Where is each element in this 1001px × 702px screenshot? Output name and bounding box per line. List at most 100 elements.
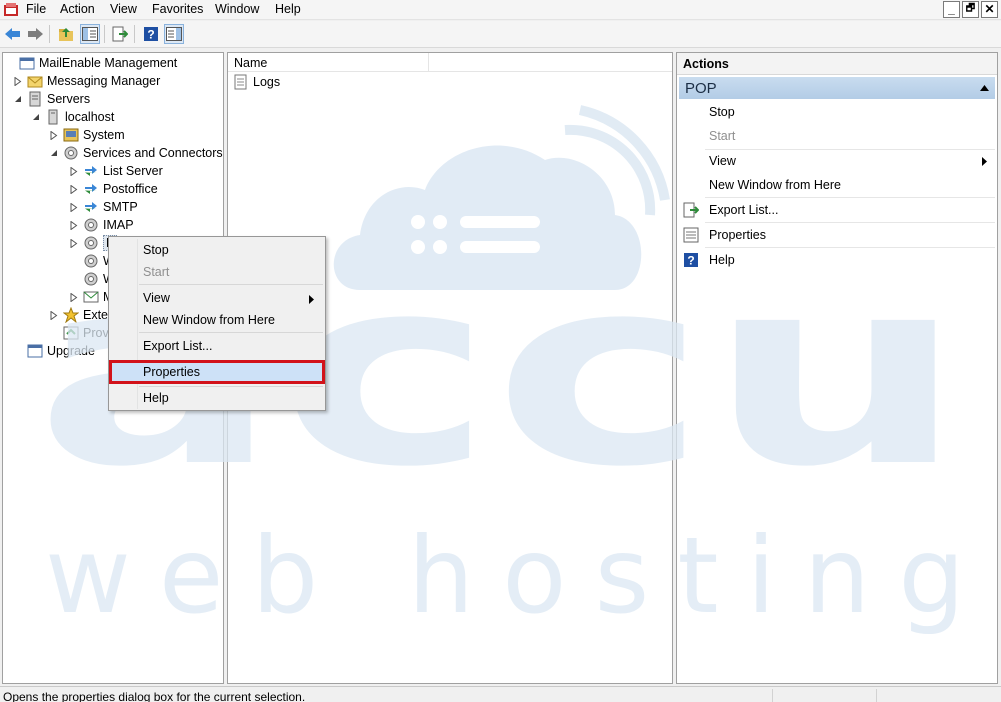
tree-item-label: List Server [103, 164, 163, 178]
tree-item[interactable]: Upgrade [13, 342, 95, 360]
show-hide-action-pane-icon[interactable] [164, 24, 184, 44]
submenu-arrow-icon [309, 295, 314, 304]
context-menu: Stop Start View New Window from Here Exp… [108, 236, 326, 411]
expanded-arrow-icon[interactable] [13, 94, 23, 104]
menu-window[interactable]: Window [213, 2, 261, 16]
tree-item[interactable]: List Server [69, 162, 163, 180]
context-menu-new-window[interactable]: New Window from Here [143, 313, 275, 327]
tree-item[interactable]: localhost [31, 108, 114, 126]
collapsed-arrow-icon[interactable] [69, 202, 79, 212]
extensions-icon [63, 307, 79, 323]
connector-icon [85, 202, 97, 212]
tree-item[interactable]: Exter [49, 306, 112, 324]
svg-text:?: ? [687, 254, 694, 268]
tree-item-label: Messaging Manager [47, 74, 161, 88]
action-new-window[interactable]: New Window from Here [681, 174, 993, 196]
column-header-name[interactable]: Name [228, 53, 429, 72]
tree-item[interactable]: Prov [49, 324, 109, 342]
action-export-list[interactable]: Export List... [681, 199, 993, 221]
context-menu-help[interactable]: Help [143, 391, 169, 405]
tree-item-label: localhost [65, 110, 115, 124]
server-icon [48, 109, 58, 125]
help-icon[interactable]: ? [141, 24, 161, 44]
tree-item[interactable]: Messaging Manager [13, 72, 160, 90]
context-menu-stop[interactable]: Stop [143, 243, 169, 257]
collapsed-arrow-icon[interactable] [49, 310, 59, 320]
gear-icon [64, 146, 78, 160]
minimize-button[interactable]: _ [943, 1, 960, 18]
collapsed-arrow-icon[interactable] [69, 184, 79, 194]
envelope-icon [27, 76, 43, 88]
menu-view[interactable]: View [108, 2, 139, 16]
list-item-label: Logs [253, 75, 281, 89]
collapsed-arrow-icon[interactable] [69, 220, 79, 230]
collapse-arrow-icon[interactable] [980, 85, 989, 91]
help-icon: ? [684, 253, 698, 268]
column-header-row: Name [228, 53, 672, 72]
menu-file[interactable]: File [24, 2, 48, 16]
context-menu-separator [139, 284, 323, 285]
status-cell [772, 689, 773, 702]
export-list-icon[interactable] [110, 24, 130, 44]
list-item[interactable]: Logs [233, 73, 280, 91]
tree-item[interactable]: Services and Connectors [49, 144, 223, 162]
action-view[interactable]: View [681, 150, 993, 172]
expanded-arrow-icon[interactable] [31, 112, 41, 122]
tree-item[interactable]: System [49, 126, 125, 144]
tree-item-label: Servers [47, 92, 91, 106]
tree-item-label: Services and Connectors [83, 146, 223, 160]
expanded-arrow-icon[interactable] [49, 148, 59, 158]
menu-bar: File Action View Favorites Window Help _… [0, 0, 1001, 20]
collapsed-arrow-icon[interactable] [69, 166, 79, 176]
toolbar-separator [104, 25, 105, 43]
tree-item[interactable]: Servers [13, 90, 90, 108]
tree-item[interactable]: MailEnable Management [5, 54, 177, 72]
action-properties[interactable]: Properties [681, 224, 993, 246]
collapsed-arrow-icon[interactable] [13, 76, 23, 86]
svg-text:?: ? [147, 28, 154, 42]
forward-icon[interactable] [25, 24, 45, 44]
tree-item[interactable]: IMAP [69, 216, 134, 234]
gear-icon [84, 236, 98, 250]
tree-item-label: IMAP [103, 218, 134, 232]
actions-pane: Actions POP Stop Start View New Window f… [676, 52, 998, 684]
mail-connector-icon [83, 291, 99, 303]
tree-item-label: Prov [83, 326, 109, 340]
back-icon[interactable] [3, 24, 23, 44]
tree-item[interactable]: Postoffice [69, 180, 158, 198]
upgrade-icon [27, 344, 43, 358]
tree-item[interactable]: M [69, 288, 113, 306]
tree-item-label: Postoffice [103, 182, 158, 196]
context-menu-view[interactable]: View [143, 291, 170, 305]
up-folder-icon[interactable] [56, 24, 76, 44]
export-list-icon [683, 202, 699, 218]
menu-action[interactable]: Action [58, 2, 97, 16]
log-icon [234, 74, 247, 90]
menu-favorites[interactable]: Favorites [150, 2, 205, 16]
collapsed-arrow-icon[interactable] [69, 292, 79, 302]
tree-item[interactable]: SMTP [69, 198, 138, 216]
action-stop[interactable]: Stop [681, 101, 993, 123]
gear-icon [84, 254, 98, 268]
connector-icon [85, 184, 97, 194]
collapsed-arrow-icon[interactable] [69, 238, 79, 248]
context-menu-start: Start [143, 265, 170, 279]
gear-icon [84, 218, 98, 232]
toolbar: ? [0, 21, 1001, 48]
annotation-highlight-box [109, 360, 325, 384]
collapsed-arrow-icon[interactable] [49, 130, 59, 140]
restore-button[interactable]: 🗗 [962, 1, 979, 18]
context-menu-export-list[interactable]: Export List... [143, 339, 212, 353]
menu-help[interactable]: Help [273, 2, 303, 16]
tree-item-label: MailEnable Management [39, 56, 178, 70]
properties-icon [683, 227, 699, 243]
show-hide-tree-icon[interactable] [80, 24, 100, 44]
tree-item-label: SMTP [103, 200, 138, 214]
actions-group-header[interactable]: POP [679, 77, 995, 99]
action-divider [705, 222, 995, 223]
close-button[interactable]: ✕ [981, 1, 998, 18]
action-help[interactable]: ? Help [681, 249, 993, 271]
